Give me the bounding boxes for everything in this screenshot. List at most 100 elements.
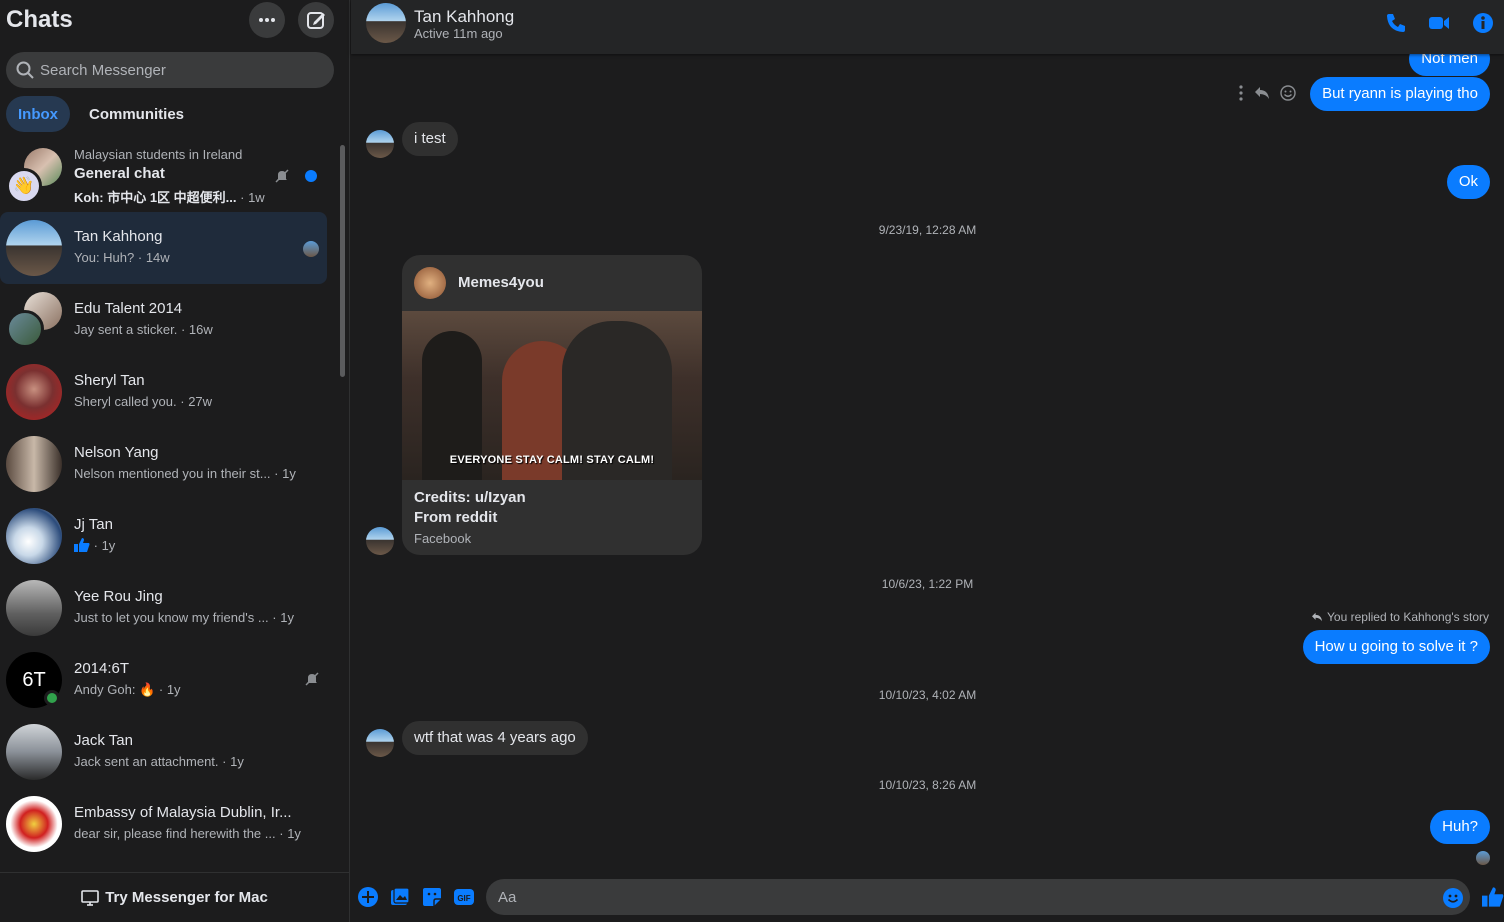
gif-icon[interactable]: GIF [454, 887, 474, 907]
shared-post-card[interactable]: Memes4you EVERYONE STAY CALM! STAY CALM!… [402, 255, 702, 555]
sender-avatar [366, 729, 394, 757]
conversation-name: Nelson Yang [74, 444, 159, 461]
message-thread: Not men But ryann is playing tho i test … [351, 54, 1504, 868]
conversation-item[interactable]: Embassy of Malaysia Dublin, Ir... dear s… [0, 788, 328, 860]
video-icon[interactable] [1428, 12, 1450, 34]
conversation-item[interactable]: 6T 2014:6T Andy Goh: 🔥 · 1y [0, 644, 328, 716]
post-source: Facebook [414, 531, 472, 546]
more-icon [259, 18, 275, 22]
new-message-button[interactable] [298, 2, 334, 38]
conversation-preview: Jay sent a sticker. · 16w [74, 322, 213, 337]
message-bubble-outgoing[interactable]: Ok [1446, 165, 1490, 199]
conversation-preview: · 1y [74, 538, 115, 553]
info-icon[interactable] [1472, 12, 1494, 34]
react-icon[interactable] [1280, 85, 1296, 101]
message-bubble-incoming[interactable]: i test [402, 122, 458, 156]
contact-status: Active 11m ago [414, 26, 503, 41]
conversation-name: Jj Tan [74, 516, 113, 533]
emoji-icon[interactable] [1443, 888, 1463, 908]
conversation-preview: Nelson mentioned you in their st... · 1y [74, 466, 296, 481]
image-caption: EVERYONE STAY CALM! STAY CALM! [449, 454, 655, 466]
conversation-name: Tan Kahhong [74, 228, 163, 245]
read-receipt-avatar [1476, 851, 1490, 865]
community-avatar: 👋 [6, 168, 42, 204]
avatar [6, 724, 62, 780]
sticker-icon[interactable] [422, 887, 442, 907]
conversation-name: General chat [74, 165, 165, 182]
conversation-item[interactable]: Nelson Yang Nelson mentioned you in thei… [0, 428, 328, 500]
reply-icon[interactable] [1254, 86, 1270, 100]
search-input[interactable] [40, 61, 310, 79]
post-origin: From reddit [414, 509, 498, 526]
online-indicator [44, 690, 60, 706]
timestamp: 9/23/19, 12:28 AM [878, 223, 977, 237]
avatar [6, 220, 62, 276]
tab-communities[interactable]: Communities [77, 96, 196, 132]
sidebar-scrollbar[interactable] [340, 145, 345, 377]
avatar [6, 364, 62, 420]
compose-icon [307, 12, 325, 29]
page-avatar [414, 267, 446, 299]
conversation-preview: dear sir, please find herewith the ... ·… [74, 826, 301, 841]
page-name: Memes4you [458, 274, 544, 291]
timestamp: 10/10/23, 4:02 AM [878, 688, 977, 702]
phone-icon[interactable] [1385, 12, 1407, 34]
conversation-name: Sheryl Tan [74, 372, 145, 389]
search-bar[interactable] [6, 52, 334, 88]
photo-icon[interactable] [390, 887, 410, 907]
conversation-item[interactable]: 👋 Malaysian students in Ireland General … [0, 140, 328, 212]
muted-bell-icon [305, 672, 319, 686]
contact-avatar[interactable] [366, 3, 406, 43]
contact-name[interactable]: Tan Kahhong [414, 7, 514, 27]
sender-avatar [366, 130, 394, 158]
message-bubble-outgoing[interactable]: Not men [1409, 54, 1490, 76]
conversation-item[interactable]: Jj Tan · 1y [0, 500, 328, 572]
avatar [6, 508, 62, 564]
message-input[interactable] [486, 879, 1470, 915]
post-image[interactable]: EVERYONE STAY CALM! STAY CALM! [402, 311, 702, 480]
post-credits: Credits: u/Izyan [414, 489, 526, 506]
community-name: Malaysian students in Ireland [74, 147, 243, 162]
avatar [6, 436, 62, 492]
timestamp: 10/6/23, 1:22 PM [881, 577, 974, 591]
seen-avatar [303, 241, 319, 257]
conversation-item[interactable]: Sheryl Tan Sheryl called you. · 27w [0, 356, 328, 428]
avatar [6, 796, 62, 852]
conversation-name: Yee Rou Jing [74, 588, 163, 605]
conversation-preview: Jack sent an attachment. · 1y [74, 754, 244, 769]
conversation-name: Embassy of Malaysia Dublin, Ir... [74, 804, 292, 821]
muted-bell-icon [275, 169, 289, 183]
conversation-item[interactable]: Edu Talent 2014 Jay sent a sticker. · 16… [0, 284, 328, 356]
timestamp: 10/10/23, 8:26 AM [878, 778, 977, 792]
conversation-preview: Just to let you know my friend's ... · 1… [74, 610, 294, 625]
reply-icon [1312, 612, 1323, 622]
message-actions [1238, 85, 1296, 101]
message-bubble-outgoing[interactable]: But ryann is playing tho [1310, 77, 1490, 111]
message-bubble-incoming[interactable]: wtf that was 4 years ago [402, 721, 588, 755]
conversation-preview: You: Huh? · 14w [74, 250, 170, 265]
more-vertical-icon[interactable] [1238, 85, 1244, 101]
add-icon[interactable] [358, 887, 378, 907]
svg-text:GIF: GIF [457, 894, 470, 903]
composer: GIF [351, 868, 1504, 922]
thumbs-up-icon[interactable] [1482, 886, 1504, 908]
message-bubble-outgoing[interactable]: Huh? [1430, 810, 1490, 844]
conversation-name: Jack Tan [74, 732, 133, 749]
fire-icon: 🔥 [139, 682, 156, 697]
story-reply-note: You replied to Kahhong's story [1311, 610, 1489, 624]
tab-inbox[interactable]: Inbox [6, 96, 70, 132]
conversation-item[interactable]: Jack Tan Jack sent an attachment. · 1y [0, 716, 328, 788]
card-header: Memes4you [402, 255, 702, 311]
thumbs-up-icon [74, 538, 90, 552]
sender-avatar [366, 527, 394, 555]
conversation-preview: Koh: 市中心 1区 中超便利... · 1w [74, 190, 265, 205]
more-options-button[interactable] [249, 2, 285, 38]
conversation-header: Tan Kahhong Active 11m ago [351, 0, 1504, 54]
conversation-item[interactable]: Yee Rou Jing Just to let you know my fri… [0, 572, 328, 644]
try-messenger-mac-link[interactable]: Try Messenger for Mac [0, 872, 349, 922]
messenger-app: Chats Inbox Communities 👋 Malaysian stud… [0, 0, 1504, 922]
message-bubble-outgoing[interactable]: How u going to solve it ? [1302, 630, 1490, 664]
conversation-item[interactable]: Tan Kahhong You: Huh? · 14w [0, 212, 327, 284]
conversation-preview: Sheryl called you. · 27w [74, 394, 213, 409]
conversation-name: 2014:6T [74, 660, 130, 677]
